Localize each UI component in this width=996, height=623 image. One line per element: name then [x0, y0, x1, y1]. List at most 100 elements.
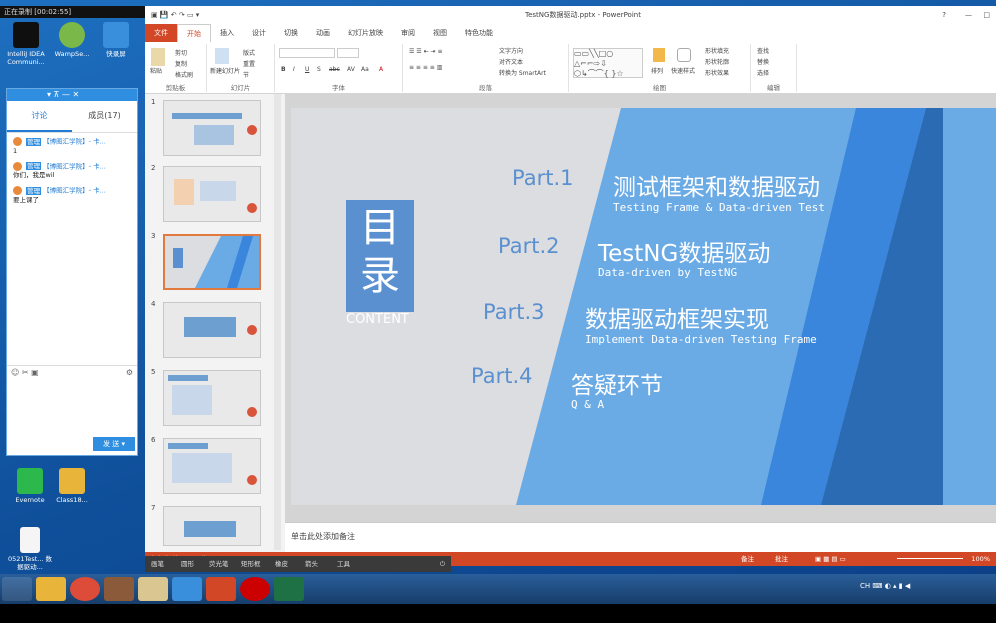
arrange-icon[interactable] — [653, 48, 665, 62]
powerpoint-icon[interactable] — [206, 577, 236, 601]
desktop-icon-file[interactable]: 0521Test... 数据驱动... — [6, 527, 54, 571]
send-button[interactable]: 发 送 ▾ — [93, 437, 135, 451]
strikethrough-button[interactable]: abc — [329, 66, 340, 73]
zoom-slider[interactable] — [897, 558, 963, 559]
italic-button[interactable]: I — [293, 66, 295, 73]
tab-slideshow[interactable]: 幻灯片放映 — [339, 24, 392, 42]
slide-thumbnail[interactable] — [163, 302, 261, 358]
font-color-button[interactable]: A — [379, 66, 383, 73]
record-icon[interactable] — [240, 577, 270, 601]
tab-insert[interactable]: 插入 — [211, 24, 243, 42]
scissors-icon[interactable]: ✂ — [22, 368, 29, 377]
find-button[interactable]: 查找 — [757, 46, 769, 55]
slide-canvas[interactable]: 目 录 CONTENT Part.1 测试框架和数据驱动 Testing Fra… — [291, 108, 996, 505]
shadow-button[interactable]: S — [317, 66, 321, 73]
quick-styles-icon[interactable] — [677, 48, 691, 62]
cut-button[interactable]: 剪切 — [175, 48, 187, 57]
align-icon[interactable]: ≡ ≡ ≡ ≡ ▥ — [409, 64, 442, 71]
folder-icon[interactable] — [138, 577, 168, 601]
change-case-button[interactable]: Aa — [361, 66, 369, 73]
recorder-tool[interactable]: 橡皮 — [275, 556, 288, 572]
notes-pane[interactable]: 单击此处添加备注 — [285, 522, 996, 552]
zoom-level[interactable]: 100% — [971, 552, 990, 566]
text-direction-button[interactable]: 文字方向 — [499, 46, 523, 55]
tab-home[interactable]: 开始 — [177, 24, 211, 42]
recorder-tool[interactable]: 工具 — [337, 556, 350, 572]
recorder-tool[interactable]: 圆形 — [181, 556, 194, 572]
tab-view[interactable]: 视图 — [424, 24, 456, 42]
tab-discussion[interactable]: 讨论 — [7, 101, 72, 132]
quick-styles-button[interactable]: 快速样式 — [671, 66, 695, 75]
slide-thumbnail[interactable] — [163, 166, 261, 222]
emoji-icon[interactable]: ☺ — [11, 368, 19, 377]
help-icon[interactable]: ? — [942, 6, 946, 24]
message-sender[interactable]: 【博图汇学院】- 卡... — [43, 138, 106, 146]
quick-access-toolbar[interactable]: ▣ 💾 ↶ ↷ ▭ ▾ — [151, 6, 199, 24]
slide-thumbnail-selected[interactable] — [163, 234, 261, 290]
notes-toggle[interactable]: 备注 — [741, 552, 754, 566]
image-icon[interactable]: ▣ — [31, 368, 39, 377]
new-slide-button[interactable]: 新建幻灯片 — [210, 66, 240, 75]
paste-icon[interactable] — [151, 48, 165, 66]
desktop-icon-kuailuping[interactable]: 快录屏 — [94, 22, 138, 58]
copy-button[interactable]: 复制 — [175, 59, 187, 68]
slide-thumbnail[interactable] — [163, 100, 261, 156]
power-icon[interactable]: ⏻ — [440, 556, 445, 572]
chrome-icon[interactable] — [70, 577, 100, 601]
tab-animations[interactable]: 动画 — [307, 24, 339, 42]
desktop-icon-intellij[interactable]: IntelliJ IDEA Communi... — [4, 22, 48, 66]
system-tray[interactable]: CH ⌨ ◐ ▴ ▮ ◀ — [860, 582, 910, 590]
view-buttons[interactable]: ▣ ▦ ▤ ▭ — [815, 552, 846, 566]
paste-button[interactable]: 粘贴 — [150, 66, 162, 75]
slide-thumbnail[interactable] — [163, 370, 261, 426]
desktop-icon-evernote[interactable]: Evernote — [8, 468, 52, 504]
replace-button[interactable]: 替换 — [757, 57, 769, 66]
recorder-tool[interactable]: 矩形框 — [241, 556, 261, 572]
shape-fill-button[interactable]: 形状填充 — [705, 46, 729, 55]
app-icon[interactable] — [104, 577, 134, 601]
font-name-select[interactable] — [279, 48, 335, 58]
shape-effects-button[interactable]: 形状效果 — [705, 68, 729, 77]
tab-file[interactable]: 文件 — [145, 24, 177, 42]
settings-icon[interactable]: ⚙ — [126, 366, 133, 380]
underline-button[interactable]: U — [305, 66, 309, 73]
reset-button[interactable]: 重置 — [243, 59, 255, 68]
tab-transitions[interactable]: 切换 — [275, 24, 307, 42]
select-button[interactable]: 选择 — [757, 68, 769, 77]
comments-toggle[interactable]: 批注 — [775, 552, 788, 566]
message-sender[interactable]: 【博图汇学院】- 卡... — [43, 187, 106, 195]
chat-header[interactable]: ▾ ⊼ — ✕ — [7, 89, 137, 101]
layout-button[interactable]: 版式 — [243, 48, 255, 57]
format-painter-button[interactable]: 格式刷 — [175, 70, 193, 79]
message-sender[interactable]: 【博图汇学院】- 卡... — [43, 162, 106, 170]
section-button[interactable]: 节 — [243, 70, 249, 79]
shapes-gallery[interactable]: ▭▭╲╲□○ △⌐⌐⇨⇩ ⬡↳⌒⌒{ }☆ — [573, 48, 643, 78]
tab-features[interactable]: 特色功能 — [456, 24, 502, 42]
tab-members[interactable]: 成员(17) — [72, 101, 137, 132]
tab-review[interactable]: 审阅 — [392, 24, 424, 42]
excel-icon[interactable] — [274, 577, 304, 601]
thumbnail-scrollbar[interactable] — [274, 94, 281, 550]
desktop-icon-class[interactable]: Class18... — [50, 468, 94, 504]
shape-outline-button[interactable]: 形状轮廓 — [705, 57, 729, 66]
arrange-button[interactable]: 排列 — [651, 66, 663, 75]
tab-design[interactable]: 设计 — [243, 24, 275, 42]
bold-button[interactable]: B — [281, 66, 286, 73]
media-icon[interactable] — [172, 577, 202, 601]
explorer-icon[interactable] — [36, 577, 66, 601]
spacing-button[interactable]: AV — [347, 66, 355, 73]
font-size-select[interactable] — [337, 48, 359, 58]
recorder-tool[interactable]: 画笔 — [151, 556, 164, 572]
desktop-icon-wamp[interactable]: WampSe... — [50, 22, 94, 58]
minimize-button[interactable]: — — [965, 6, 972, 24]
slide-thumbnail[interactable] — [163, 438, 261, 494]
bullets-icon[interactable]: ☰ ☰ ⇤ ⇥ ≡ — [409, 48, 442, 55]
recorder-tool[interactable]: 荧光笔 — [209, 556, 229, 572]
maximize-button[interactable]: □ — [983, 6, 990, 24]
recording-indicator[interactable]: 正在录制 [00:02:55] — [0, 6, 160, 18]
align-text-button[interactable]: 对齐文本 — [499, 57, 523, 66]
slide-thumbnail[interactable] — [163, 506, 261, 546]
start-orb[interactable] — [2, 577, 32, 601]
new-slide-icon[interactable] — [215, 48, 229, 64]
smartart-button[interactable]: 转换为 SmartArt — [499, 68, 546, 77]
